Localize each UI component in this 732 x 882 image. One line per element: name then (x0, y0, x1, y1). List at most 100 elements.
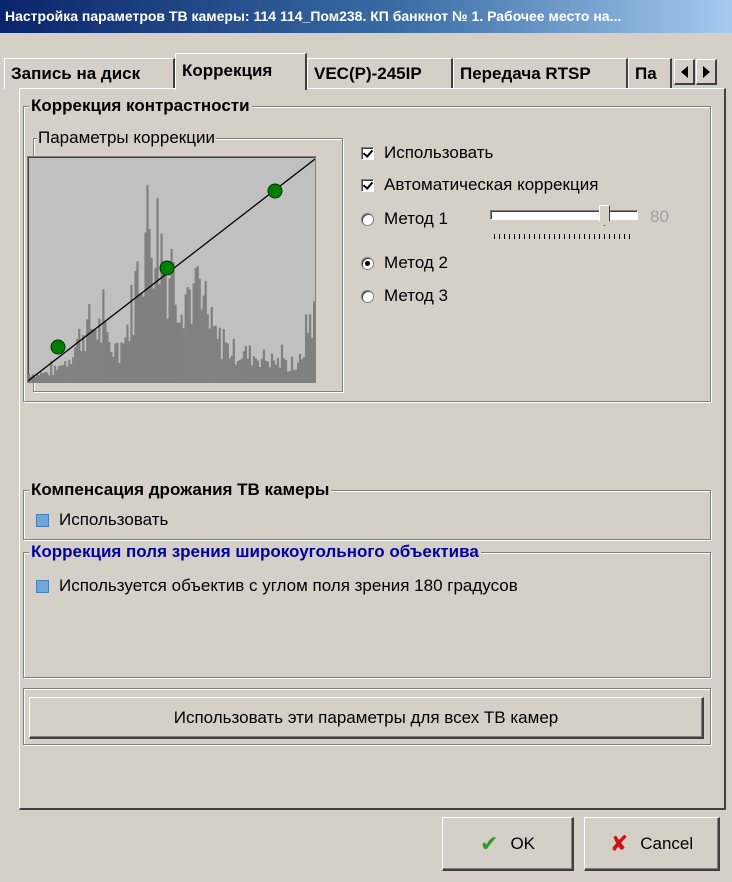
histogram-bar (74, 347, 77, 382)
histogram-bar (62, 365, 65, 382)
method-3-label: Метод 3 (384, 286, 449, 305)
ok-label: OK (510, 833, 535, 853)
slider-ticks (494, 234, 634, 239)
histogram-chart (27, 158, 316, 382)
tab-vec-245ip[interactable]: VEC(P)-245IP (307, 58, 453, 89)
histogram-bar (266, 361, 270, 382)
histogram-bar (132, 334, 135, 382)
histogram-bar (198, 278, 201, 382)
ok-button[interactable]: ✔ OK (442, 817, 574, 871)
histogram-bar (234, 364, 237, 382)
method-1-radio[interactable] (361, 212, 374, 226)
apply-to-all-cameras-button[interactable]: Использовать эти параметры для всех ТВ к… (29, 697, 704, 739)
histogram-bar (268, 367, 272, 382)
histogram-bar (52, 374, 55, 382)
histogram-bar (208, 328, 211, 382)
histogram-bar (126, 324, 129, 382)
use-stabilization-checkbox-row[interactable]: Использовать (36, 509, 168, 531)
fisheye-lens-checkbox-row[interactable]: Используется объектив с углом поля зрени… (36, 575, 518, 597)
histogram-bar (142, 296, 145, 382)
tab-scroll-left-button[interactable] (674, 59, 695, 85)
histogram-bar (134, 270, 137, 382)
histogram-bar (64, 361, 67, 382)
curve-control-point[interactable] (267, 183, 283, 199)
histogram-bar (40, 372, 43, 382)
histogram-bar (276, 358, 280, 382)
histogram-bar (110, 351, 113, 382)
histogram-bar (162, 266, 165, 382)
histogram-bar (228, 358, 231, 382)
use-stabilization-checkbox[interactable] (36, 513, 49, 527)
use-contrast-label: Использовать (384, 143, 494, 162)
x-mark-icon: ✘ (609, 830, 629, 856)
histogram-bar (312, 301, 316, 382)
tab-correction[interactable]: Коррекция (175, 53, 307, 90)
histogram-bar (102, 289, 105, 382)
use-contrast-checkbox[interactable] (361, 146, 374, 160)
histogram-bar (112, 356, 115, 382)
method-2-radio-row[interactable]: Метод 2 (361, 252, 448, 274)
histogram-bar (214, 325, 217, 382)
histogram-bar (98, 318, 101, 382)
tab-scroll-right-button[interactable] (696, 59, 717, 85)
correction-params-title: Параметры коррекции (37, 128, 216, 148)
tab-more[interactable]: Па (628, 58, 672, 89)
use-contrast-checkbox-row[interactable]: Использовать (361, 142, 493, 164)
method-1-slider[interactable] (490, 205, 638, 226)
histogram-bar (88, 304, 91, 382)
curve-control-point[interactable] (50, 339, 66, 355)
histogram-bar (294, 369, 298, 382)
histogram-bar (168, 278, 171, 382)
histogram-bar (302, 357, 306, 382)
histogram-bar (82, 334, 85, 382)
cancel-button[interactable]: ✘ Cancel (584, 817, 720, 871)
contrast-correction-title: Коррекция контрастности (29, 96, 252, 116)
auto-correction-checkbox[interactable] (361, 178, 374, 192)
histogram-bar (100, 342, 103, 382)
auto-correction-checkbox-row[interactable]: Автоматическая коррекция (361, 174, 598, 196)
fisheye-lens-checkbox[interactable] (36, 579, 49, 593)
curve-control-point[interactable] (159, 260, 175, 276)
histogram-bar (278, 367, 282, 382)
histogram-bar (182, 328, 185, 382)
histogram-bar (196, 266, 199, 382)
histogram-bar (252, 356, 255, 382)
histogram-bar (262, 349, 266, 382)
method-1-radio-row[interactable]: Метод 1 (361, 208, 448, 230)
histogram-bar (236, 360, 239, 382)
tab-disk-recording[interactable]: Запись на диск (4, 58, 175, 89)
histogram-bar (232, 338, 235, 382)
histogram-bar (248, 345, 251, 382)
histogram-bar (34, 376, 37, 382)
histogram-bar (230, 355, 233, 382)
histogram-bar (216, 338, 219, 382)
apply-to-all-cameras-label: Использовать эти параметры для всех ТВ к… (173, 707, 559, 727)
histogram-bar (144, 232, 147, 382)
histogram-bar (286, 371, 290, 382)
histogram-bar (258, 367, 262, 382)
histogram-bar (94, 329, 97, 382)
histogram-bar (186, 287, 189, 382)
tab-rtsp[interactable]: Передача RTSP (453, 58, 628, 89)
histogram-bar (68, 359, 71, 382)
method-2-radio[interactable] (361, 256, 374, 270)
histogram-curve-editor[interactable] (27, 156, 316, 383)
histogram-bar (264, 360, 268, 382)
histogram-bar (242, 351, 245, 382)
histogram-bar (290, 356, 294, 382)
histogram-bar (48, 375, 51, 382)
histogram-bar (140, 292, 143, 382)
histogram-bar (246, 358, 249, 382)
histogram-bar (154, 267, 157, 382)
method-3-radio-row[interactable]: Метод 3 (361, 285, 448, 307)
histogram-bar (130, 284, 133, 382)
histogram-bar (218, 327, 221, 382)
histogram-bar (80, 350, 83, 382)
histogram-bar (172, 262, 175, 382)
histogram-bar (190, 323, 193, 382)
method-3-radio[interactable] (361, 289, 374, 303)
histogram-bar (280, 344, 284, 382)
histogram-bar (96, 339, 99, 382)
histogram-bar (138, 293, 141, 382)
histogram-bar (156, 197, 159, 382)
